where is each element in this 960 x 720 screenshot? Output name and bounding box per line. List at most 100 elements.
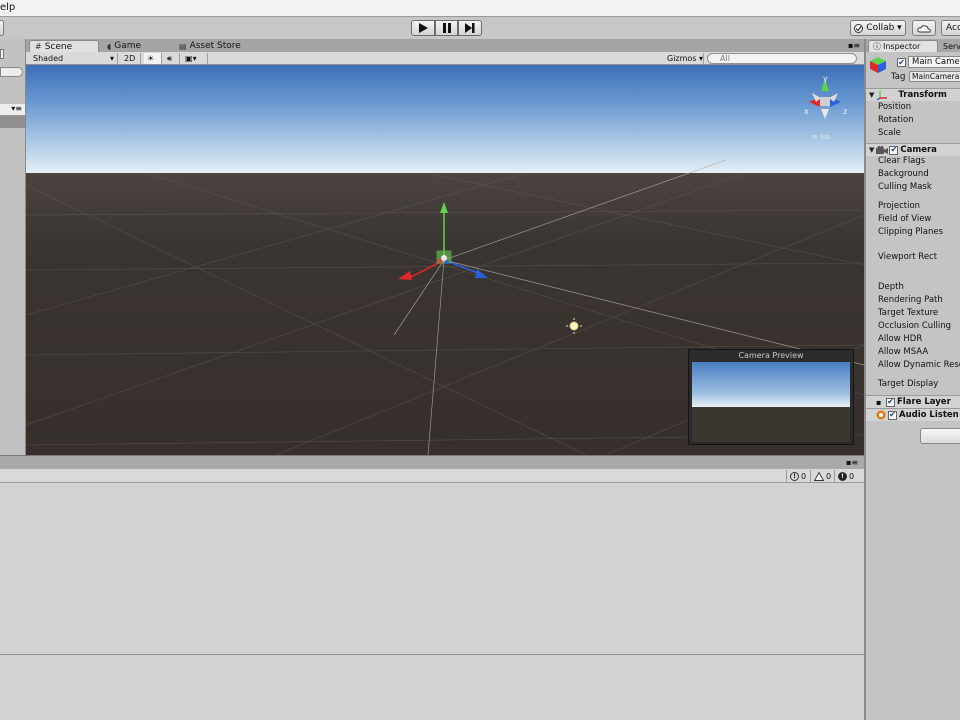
2d-label: 2D (124, 54, 136, 63)
hierarchy-panel: ▾≡ (0, 39, 26, 455)
console-log-area[interactable] (0, 483, 864, 720)
panel-menu-icon[interactable]: ▪≡ (848, 41, 860, 50)
transform-header[interactable]: ▼ Transform (866, 88, 960, 101)
info-count: 0 (801, 471, 807, 481)
2d-toggle[interactable]: 2D (121, 53, 141, 64)
speaker-icon: 🔊︎ (167, 53, 173, 63)
tab-asset-store-label: Asset Store (189, 41, 241, 51)
shading-mode-dropdown[interactable]: Shaded ▾ (30, 53, 118, 64)
shading-mode-label: Shaded (33, 54, 64, 63)
dropdown-arrow-icon: ▾ (192, 54, 197, 63)
transform-tool-button[interactable] (0, 20, 4, 36)
scene-tab-bar: # Scene ◖ Game ▤ Asset Store ▪≡ (26, 39, 864, 52)
menu-help[interactable]: elp (0, 2, 15, 13)
console-warning-toggle[interactable]: 0 (810, 470, 834, 482)
flare-layer-checkbox[interactable]: ✔ (886, 397, 895, 407)
hierarchy-selected-row[interactable] (0, 116, 25, 128)
background-label: Background (878, 169, 929, 179)
tab-inspector-label: Inspector (883, 42, 921, 51)
directional-light-icon[interactable] (566, 318, 582, 334)
audio-listener-header[interactable]: ✔ Audio Listen (866, 408, 960, 421)
search-placeholder: All (720, 54, 730, 63)
cloud-icon (917, 24, 931, 32)
axis-x-label: x (804, 107, 809, 116)
play-icon (418, 23, 428, 33)
tab-asset-store[interactable]: ▤ Asset Store (174, 40, 254, 52)
gameobject-cube-icon (870, 57, 886, 73)
tab-game[interactable]: ◖ Game (102, 40, 172, 52)
audio-toggle[interactable]: 🔊︎ (164, 53, 180, 64)
viewport-rect-label: Viewport Rect (878, 252, 938, 262)
grid-icon: # (35, 42, 42, 51)
account-button[interactable]: Acc (941, 20, 960, 36)
inspector-panel: ⓘ Inspector Serv ✔ Main Camer Tag MainCa… (864, 39, 960, 720)
gizmos-label: Gizmos (667, 54, 697, 63)
allow-hdr-label: Allow HDR (878, 334, 923, 344)
transform-rotation-label: Rotation (878, 115, 914, 125)
gameobject-name-field[interactable]: Main Camer (908, 56, 960, 68)
info-icon: ⓘ (873, 42, 881, 51)
image-icon: ▣ (185, 54, 193, 63)
gizmos-dropdown[interactable]: Gizmos ▾ (664, 53, 704, 64)
culling-mask-label: Culling Mask (878, 182, 932, 192)
audio-listener-checkbox[interactable]: ✔ (888, 410, 897, 420)
tag-label: Tag (891, 72, 906, 82)
pacman-icon: ◖ (107, 41, 112, 51)
error-icon: ! (838, 471, 847, 481)
inspector-tab-bar: ⓘ Inspector Serv (866, 39, 960, 52)
collab-label: Collab ▾ (866, 23, 902, 33)
camera-enabled-checkbox[interactable]: ✔ (889, 145, 899, 155)
step-button[interactable] (458, 20, 483, 36)
menu-bar: elp (0, 0, 960, 17)
tab-inspector[interactable]: ⓘ Inspector (868, 40, 938, 52)
tab-scene[interactable]: # Scene (29, 40, 99, 52)
foldout-arrow-icon: ▼ (869, 146, 875, 154)
tab-services[interactable]: Serv (939, 40, 960, 52)
info-icon: ! (790, 471, 799, 481)
console-split-line (0, 654, 864, 655)
play-button[interactable] (411, 20, 435, 36)
panel-menu-icon[interactable]: ▪≡ (846, 458, 858, 467)
console-error-toggle[interactable]: ! 0 (834, 470, 857, 482)
gameobject-active-checkbox[interactable]: ✔ (897, 58, 906, 67)
allow-dynamic-resolution-label: Allow Dynamic Reso (878, 360, 960, 370)
clear-flags-label: Clear Flags (878, 156, 926, 166)
dropdown-arrow-icon: ▾ (109, 54, 114, 63)
transform-scale-label: Scale (878, 128, 901, 138)
axis-y-label: y (823, 74, 828, 83)
camera-preview-sky (692, 362, 850, 407)
scene-search-input[interactable]: All (707, 53, 857, 64)
flare-layer-header[interactable]: ▪ ✔ Flare Layer (866, 395, 960, 408)
rendering-path-label: Rendering Path (878, 295, 943, 305)
depth-label: Depth (878, 282, 904, 292)
effects-dropdown[interactable]: ▣ ▾ (182, 53, 208, 64)
console-toolbar: ! 0 0 ! 0 (0, 469, 864, 483)
play-controls (411, 20, 483, 36)
camera-preview-title: Camera Preview (738, 351, 804, 360)
flare-layer-icon: ▪ (876, 397, 882, 407)
collab-button[interactable]: Collab ▾ (850, 20, 906, 36)
allow-msaa-label: Allow MSAA (878, 347, 929, 357)
hierarchy-create-button[interactable] (0, 49, 4, 59)
transform-position-label: Position (878, 102, 912, 112)
projection-label[interactable]: ≡ Iso (812, 133, 830, 141)
hierarchy-search-input[interactable] (0, 67, 23, 77)
cloud-button[interactable] (912, 20, 936, 36)
orientation-gizmo[interactable] (809, 79, 841, 119)
hierarchy-scene-row[interactable]: ▾≡ (0, 104, 25, 116)
camera-title: Camera (900, 145, 937, 155)
camera-component-header[interactable]: ▼ ✔ Camera (866, 143, 960, 156)
camera-icon (876, 145, 889, 154)
tag-dropdown[interactable]: MainCamera (909, 71, 960, 82)
tab-game-label: Game (114, 41, 142, 51)
scene-toolbar: Shaded ▾ 2D ☀ 🔊︎ ▣ ▾ Gizmos ▾ All (26, 52, 864, 65)
add-component-button[interactable] (920, 428, 960, 444)
lighting-toggle[interactable]: ☀ (144, 53, 162, 64)
axis-z-label: z (843, 107, 848, 116)
error-count: 0 (849, 471, 855, 481)
tag-value: MainCamera (912, 72, 960, 81)
console-info-toggle[interactable]: ! 0 (786, 470, 809, 482)
panel-divider[interactable]: ▪≡ (0, 455, 864, 469)
pause-button[interactable] (434, 20, 459, 36)
sun-icon: ☀ (147, 54, 155, 63)
